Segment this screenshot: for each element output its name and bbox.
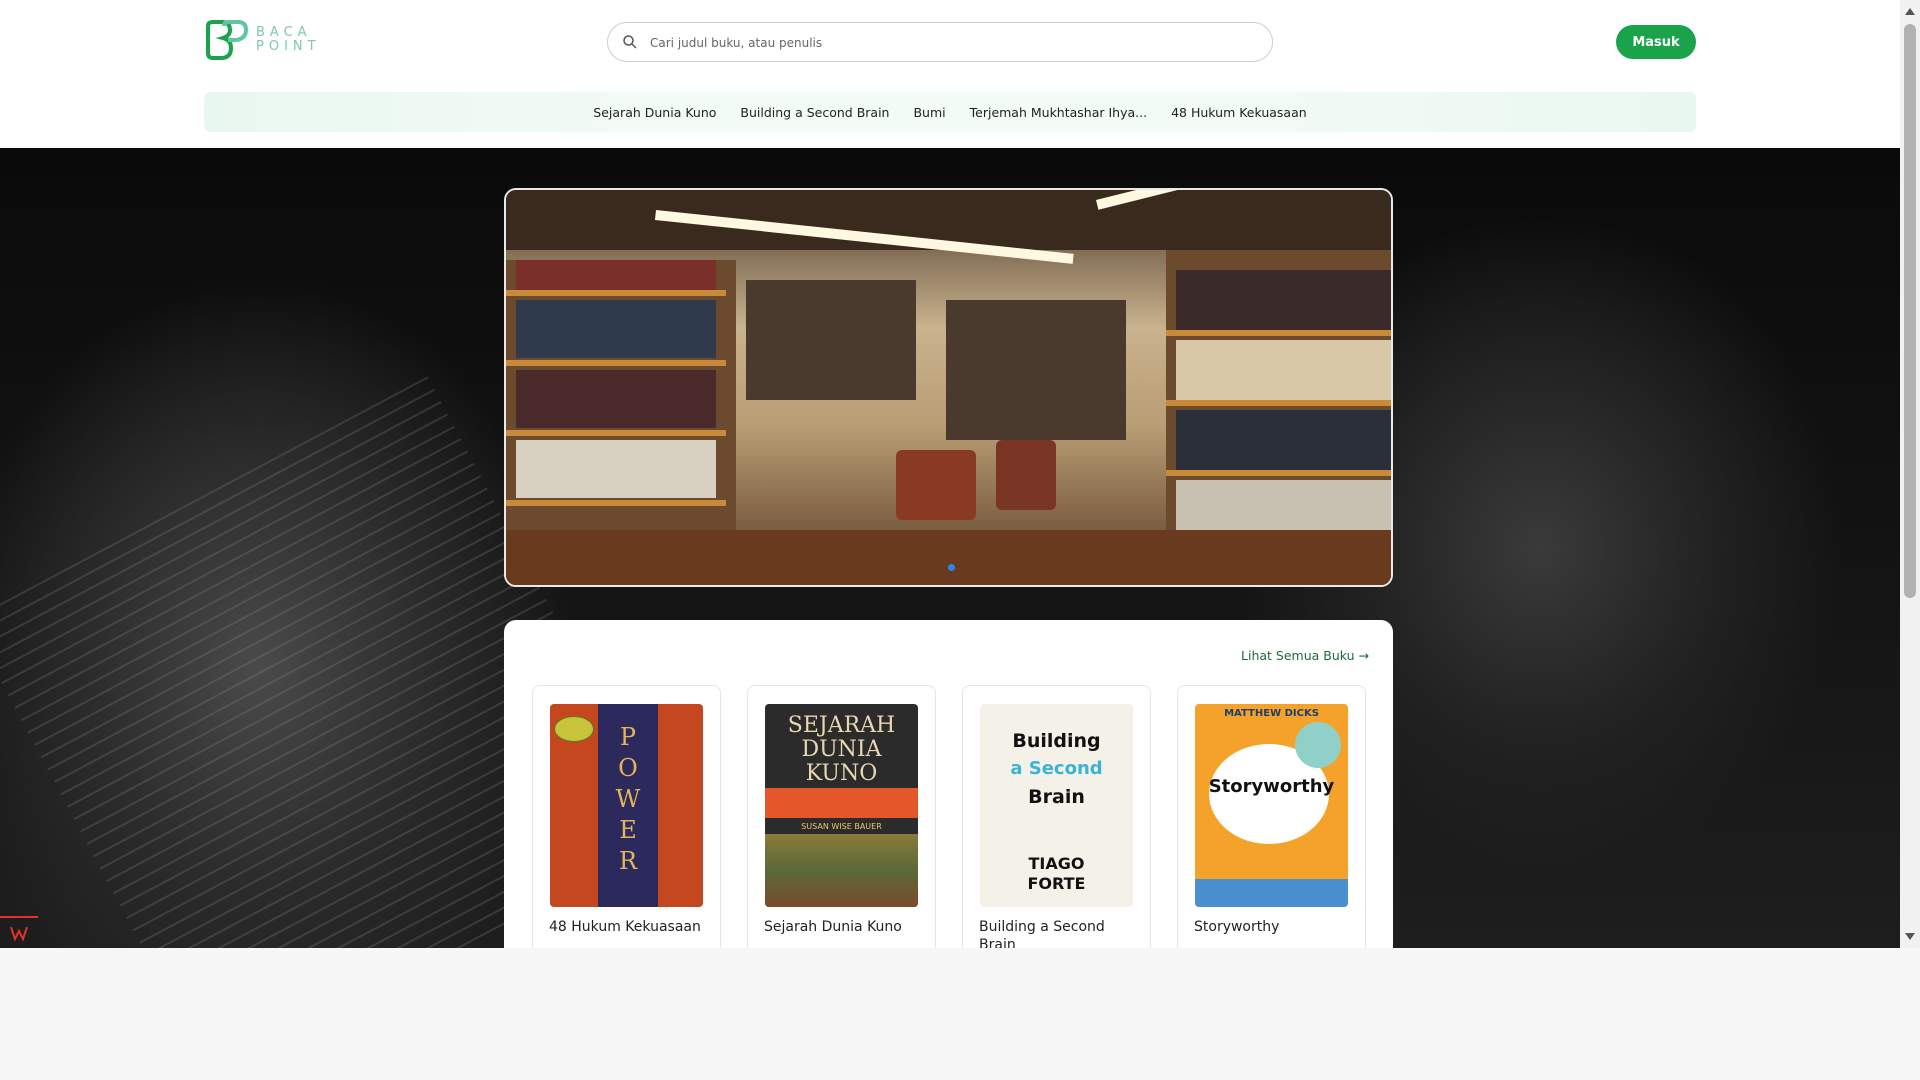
book-card[interactable]: Building a Second Brain TIAGO FORTE Buil… bbox=[962, 685, 1151, 948]
search-icon bbox=[623, 35, 637, 49]
book-title: Storyworthy bbox=[1194, 919, 1280, 935]
cover-author: MATTHEW DICKS bbox=[1224, 708, 1319, 719]
nav-item-bumi[interactable]: Bumi bbox=[913, 105, 945, 120]
search-bar[interactable] bbox=[607, 22, 1273, 62]
book-cover: SEJARAH DUNIA KUNO SUSAN WISE BAUER bbox=[765, 704, 918, 907]
cover-line: Building bbox=[1012, 730, 1101, 752]
hero-carousel[interactable] bbox=[504, 188, 1393, 587]
dev-logo-icon bbox=[10, 926, 28, 942]
brand-name-line2: POINT bbox=[256, 39, 321, 54]
cover-title: Storyworthy bbox=[1208, 776, 1335, 797]
badge-icon bbox=[1295, 722, 1341, 768]
book-title: Sejarah Dunia Kuno bbox=[764, 919, 902, 935]
brand-logo[interactable]: BACA POINT bbox=[204, 20, 321, 60]
cover-author: SUSAN WISE BAUER bbox=[801, 822, 882, 831]
book-card[interactable]: SEJARAH DUNIA KUNO SUSAN WISE BAUER Sejara… bbox=[747, 685, 936, 948]
book-cover: MATTHEW DICKS Storyworthy bbox=[1195, 704, 1348, 907]
book-card[interactable]: MATTHEW DICKS Storyworthy Storyworthy bbox=[1177, 685, 1366, 948]
nav-item-sejarah-dunia-kuno[interactable]: Sejarah Dunia Kuno bbox=[593, 105, 716, 120]
cover-line: a Second bbox=[1010, 758, 1103, 779]
cover-title: POWER bbox=[615, 723, 641, 875]
book-cover: POWER bbox=[550, 704, 703, 907]
brand-logo-icon bbox=[206, 20, 249, 60]
vertical-scrollbar[interactable] bbox=[1900, 0, 1920, 948]
brand-name: BACA POINT bbox=[256, 26, 321, 54]
login-button[interactable]: Masuk bbox=[1616, 25, 1696, 59]
scroll-thumb[interactable] bbox=[1904, 24, 1916, 598]
book-title: 48 Hukum Kekuasaan bbox=[549, 919, 701, 935]
cover-line: TIAGO bbox=[1028, 854, 1085, 873]
cover-line: FORTE bbox=[1027, 874, 1086, 893]
cover-line: Brain bbox=[1028, 786, 1085, 808]
cover-title: SEJARAH DUNIA KUNO bbox=[787, 713, 896, 786]
book-card[interactable]: POWER 48 Hukum Kekuasaan bbox=[532, 685, 721, 948]
books-section: Lihat Semua Buku → POWER 48 Hukum Kekuas… bbox=[504, 620, 1393, 948]
book-nav-bar: Sejarah Dunia Kuno Building a Second Bra… bbox=[204, 92, 1696, 132]
carousel-indicator-dot[interactable] bbox=[948, 564, 955, 571]
nav-item-terjemah-mukhtashar[interactable]: Terjemah Mukhtashar Ihya... bbox=[970, 105, 1147, 120]
library-photo bbox=[506, 190, 1391, 585]
empty-area bbox=[0, 948, 1920, 1080]
see-all-books-link[interactable]: Lihat Semua Buku → bbox=[1241, 648, 1369, 663]
award-seal-icon bbox=[554, 716, 594, 742]
site-header: BACA POINT Masuk Sejarah Dunia Kuno Buil… bbox=[0, 0, 1900, 148]
search-input[interactable] bbox=[648, 29, 1252, 57]
scroll-down-arrow-icon[interactable] bbox=[1905, 933, 1915, 940]
book-title: Building a Second Brain bbox=[979, 919, 1105, 948]
brand-name-line1: BACA bbox=[256, 25, 312, 40]
devtools-badge[interactable] bbox=[0, 916, 38, 948]
book-cover: Building a Second Brain TIAGO FORTE bbox=[980, 704, 1133, 907]
nav-item-building-second-brain[interactable]: Building a Second Brain bbox=[740, 105, 889, 120]
browser-viewport: BACA POINT Masuk Sejarah Dunia Kuno Buil… bbox=[0, 0, 1900, 948]
nav-item-48-hukum[interactable]: 48 Hukum Kekuasaan bbox=[1171, 105, 1307, 120]
scroll-up-arrow-icon[interactable] bbox=[1905, 8, 1915, 15]
